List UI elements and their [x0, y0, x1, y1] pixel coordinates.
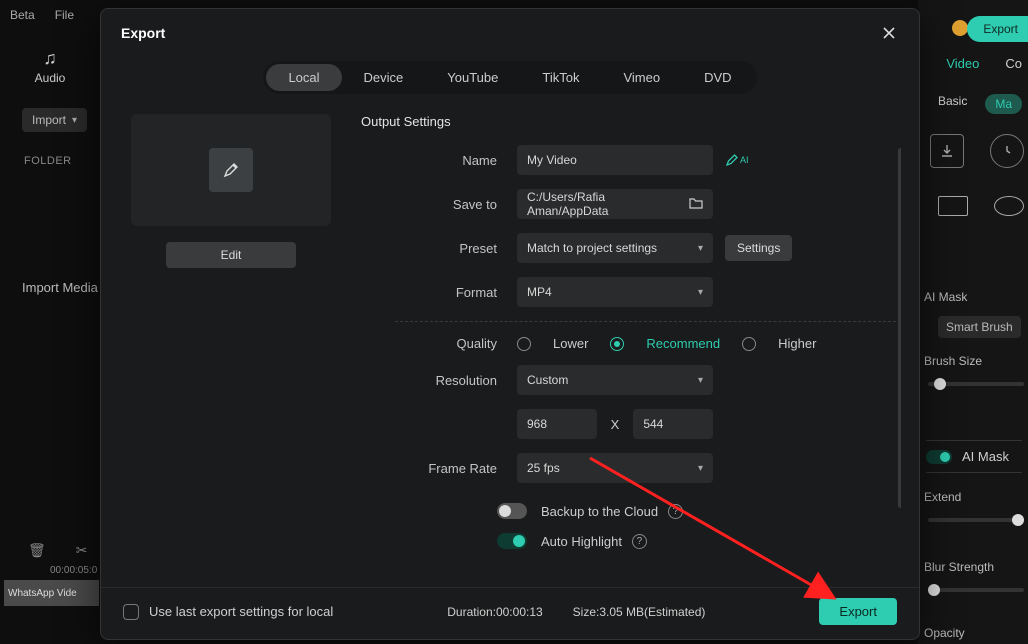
import-dropdown[interactable]: Import ▾ [22, 108, 87, 132]
format-select[interactable]: MP4 ▾ [517, 277, 713, 307]
smart-brush-select[interactable]: Smart Brush [938, 316, 1021, 338]
edit-button[interactable]: Edit [166, 242, 296, 268]
chevron-down-icon: ▾ [72, 115, 77, 126]
ai-rename-button[interactable]: AI [725, 153, 749, 167]
frame-rate-select[interactable]: 25 fps ▾ [517, 453, 713, 483]
ai-mask-toggle-label: AI Mask [962, 449, 1009, 464]
preset-label: Preset [361, 241, 517, 256]
scissors-icon[interactable]: ✂ [76, 542, 88, 559]
ai-mask-toggle[interactable] [926, 450, 952, 464]
tab-device[interactable]: Device [342, 64, 426, 91]
chevron-down-icon: ▾ [698, 243, 703, 254]
save-to-field[interactable]: C:/Users/Rafia Aman/AppData [517, 189, 713, 219]
circle-icon[interactable] [990, 134, 1024, 168]
top-export-button[interactable]: Export [967, 16, 1028, 42]
ai-suffix: AI [740, 155, 749, 165]
download-icon[interactable] [930, 134, 964, 168]
export-dialog: Export Local Device YouTube TikTok Vimeo… [100, 8, 920, 640]
opacity-label: Opacity [924, 626, 1024, 640]
extend-label: Extend [924, 490, 1024, 504]
duration-info: Duration:00:00:13 [447, 605, 542, 619]
import-media-prompt[interactable]: Import Media [22, 280, 98, 295]
backup-toggle[interactable] [497, 503, 527, 519]
music-note-icon: ♫ [0, 48, 100, 69]
frame-rate-label: Frame Rate [361, 461, 517, 476]
quality-recommend-label: Recommend [646, 336, 720, 351]
tab-youtube[interactable]: YouTube [425, 64, 520, 91]
backup-help-icon[interactable]: ? [668, 504, 683, 519]
timeline-clip[interactable]: WhatsApp Vide [4, 580, 99, 606]
settings-button[interactable]: Settings [725, 235, 792, 261]
chevron-down-icon: ▾ [698, 287, 703, 298]
right-sub-mask[interactable]: Ma [985, 94, 1022, 114]
chevron-down-icon: ▾ [698, 375, 703, 386]
ribbon-audio-label: Audio [0, 71, 100, 85]
use-last-checkbox[interactable] [123, 604, 139, 620]
tab-vimeo[interactable]: Vimeo [601, 64, 682, 91]
scrollbar[interactable] [898, 148, 901, 508]
pencil-icon [209, 148, 253, 192]
rect-shape-icon[interactable] [938, 196, 968, 216]
quality-label: Quality [361, 336, 517, 351]
backup-label: Backup to the Cloud [541, 504, 658, 519]
menu-file[interactable]: File [55, 8, 74, 22]
size-info: Size:3.05 MB(Estimated) [573, 605, 706, 619]
folder-icon[interactable] [689, 196, 703, 212]
ellipse-shape-icon[interactable] [994, 196, 1024, 216]
brush-size-label: Brush Size [924, 354, 1024, 368]
chevron-down-icon: ▾ [698, 463, 703, 474]
auto-highlight-help-icon[interactable]: ? [632, 534, 647, 549]
right-tab-video[interactable]: Video [946, 56, 979, 71]
dialog-title: Export [121, 25, 165, 41]
quality-higher-radio[interactable] [742, 337, 756, 351]
name-input[interactable]: My Video [517, 145, 713, 175]
save-to-label: Save to [361, 197, 517, 212]
tab-dvd[interactable]: DVD [682, 64, 753, 91]
frame-rate-value: 25 fps [527, 461, 560, 475]
ai-mask-heading: AI Mask [924, 290, 1024, 304]
export-tabs: Local Device YouTube TikTok Vimeo DVD [263, 61, 756, 94]
close-button[interactable] [879, 23, 899, 43]
quality-higher-label: Higher [778, 336, 816, 351]
preview-thumbnail [131, 114, 331, 226]
extend-slider[interactable] [928, 518, 1024, 522]
brush-size-slider[interactable] [928, 382, 1024, 386]
preset-value: Match to project settings [527, 241, 657, 255]
tab-tiktok[interactable]: TikTok [520, 64, 601, 91]
ribbon-audio[interactable]: ♫ Audio [0, 48, 100, 85]
resolution-value: Custom [527, 373, 568, 387]
menu-beta[interactable]: Beta [10, 8, 35, 22]
quality-lower-label: Lower [553, 336, 588, 351]
width-input[interactable]: 968 [517, 409, 597, 439]
close-icon [882, 26, 896, 40]
divider [395, 321, 901, 322]
blur-strength-slider[interactable] [928, 588, 1024, 592]
auto-highlight-toggle[interactable] [497, 533, 527, 549]
format-label: Format [361, 285, 517, 300]
format-value: MP4 [527, 285, 552, 299]
preset-select[interactable]: Match to project settings ▾ [517, 233, 713, 263]
pencil-ai-icon [725, 153, 739, 167]
blur-strength-label: Blur Strength [924, 560, 1024, 574]
folder-heading: FOLDER [24, 155, 72, 167]
right-tab-co[interactable]: Co [1005, 56, 1022, 71]
use-last-label: Use last export settings for local [149, 604, 333, 619]
resolution-label: Resolution [361, 373, 517, 388]
height-input[interactable]: 544 [633, 409, 713, 439]
output-settings-heading: Output Settings [361, 114, 901, 129]
auto-highlight-label: Auto Highlight [541, 534, 622, 549]
quality-recommend-radio[interactable] [610, 337, 624, 351]
right-sub-basic[interactable]: Basic [938, 94, 967, 114]
quality-lower-radio[interactable] [517, 337, 531, 351]
resolution-select[interactable]: Custom ▾ [517, 365, 713, 395]
import-label: Import [32, 113, 66, 127]
save-to-path: C:/Users/Rafia Aman/AppData [527, 190, 689, 218]
export-button[interactable]: Export [819, 598, 897, 625]
trash-icon[interactable]: 🗑 [28, 542, 46, 559]
user-avatar[interactable] [952, 20, 968, 36]
resolution-x: X [611, 417, 620, 432]
tab-local[interactable]: Local [266, 64, 341, 91]
name-label: Name [361, 153, 517, 168]
